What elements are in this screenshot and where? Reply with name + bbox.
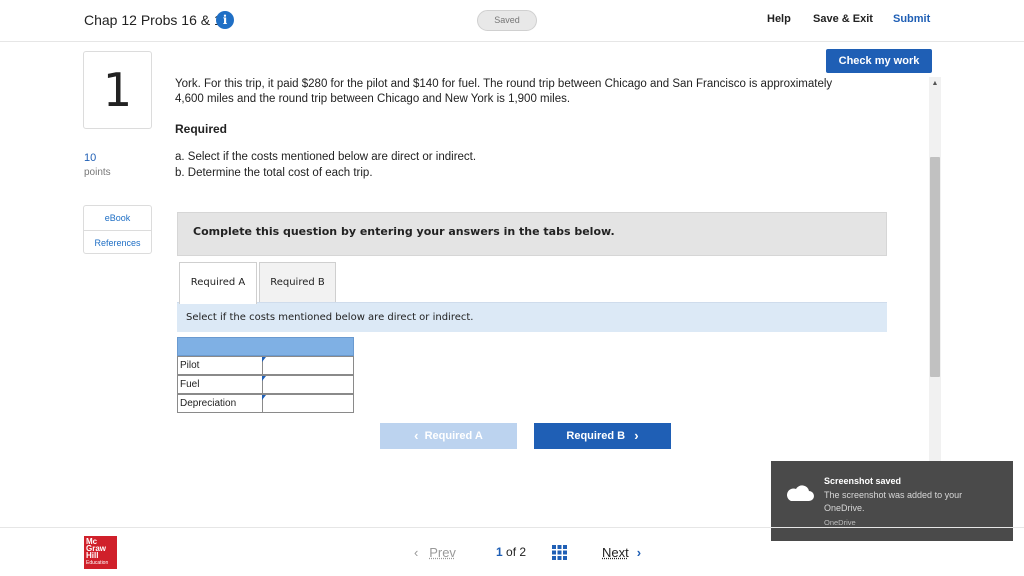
- save-exit-link[interactable]: Save & Exit: [813, 13, 873, 25]
- grid-icon[interactable]: [552, 545, 567, 560]
- assignment-page: Chap 12 Probs 16 & 17 i Saved Help Save …: [0, 0, 1024, 576]
- scroll-up-icon[interactable]: ▲: [929, 79, 941, 89]
- toast-source: OneDrive: [824, 518, 856, 527]
- row-label-fuel: Fuel: [180, 379, 200, 390]
- depreciation-select[interactable]: [262, 395, 353, 412]
- mcgraw-hill-logo: Mc Graw Hill Education: [84, 536, 117, 569]
- required-b-nav-button[interactable]: Required B ›: [534, 423, 671, 449]
- help-link[interactable]: Help: [767, 13, 791, 25]
- assignment-title: Chap 12 Probs 16 & 17: [84, 12, 230, 28]
- fuel-select[interactable]: [262, 376, 353, 393]
- instruction-text: Select if the costs mentioned below are …: [186, 312, 474, 323]
- required-b-nav-label: Required B: [566, 430, 626, 442]
- required-a-nav-label: Required A: [424, 430, 483, 442]
- points-value: 10: [84, 152, 97, 164]
- footer-nav: Mc Graw Hill Education ‹ Prev 1 of 2 Nex…: [0, 527, 1024, 576]
- answer-table-header: [177, 337, 354, 356]
- info-icon[interactable]: i: [216, 11, 234, 29]
- required-a-nav-button[interactable]: ‹ Required A: [380, 423, 517, 449]
- chevron-right-icon: ›: [636, 545, 642, 560]
- saved-status-badge: Saved: [477, 10, 537, 31]
- pilot-select[interactable]: [262, 357, 353, 374]
- required-b-text: b. Determine the total cost of each trip…: [175, 167, 373, 179]
- required-a-text: a. Select if the costs mentioned below a…: [175, 151, 477, 163]
- instruction-bar: Select if the costs mentioned below are …: [177, 302, 887, 332]
- tab-required-a[interactable]: Required A: [179, 262, 257, 304]
- ebook-link[interactable]: eBook: [84, 206, 151, 230]
- chevron-left-icon: ‹: [414, 428, 419, 443]
- check-my-work-button[interactable]: Check my work: [826, 49, 932, 73]
- chevron-right-icon: ›: [634, 428, 639, 443]
- submit-link[interactable]: Submit: [893, 13, 930, 25]
- page-total: 2: [519, 545, 527, 559]
- complete-question-text: Complete this question by entering your …: [193, 225, 615, 238]
- table-row: Pilot: [177, 356, 354, 375]
- chevron-left-icon: ‹: [414, 545, 419, 560]
- question-text-line-1: York. For this trip, it paid $280 for th…: [175, 78, 833, 90]
- resources-panel: eBook References: [83, 205, 152, 254]
- tab-required-b[interactable]: Required B: [259, 262, 336, 303]
- required-heading: Required: [175, 122, 228, 136]
- points-label: points: [84, 167, 111, 178]
- toast-body: The screenshot was added to your OneDriv…: [824, 490, 963, 513]
- page-of: of: [506, 545, 517, 559]
- top-bar: Chap 12 Probs 16 & 17 i Saved Help Save …: [0, 0, 1024, 42]
- row-label-pilot: Pilot: [180, 360, 200, 371]
- prev-label: Prev: [429, 545, 456, 560]
- row-label-depreciation: Depreciation: [180, 398, 237, 409]
- references-link[interactable]: References: [84, 230, 151, 254]
- question-number: 1: [83, 51, 152, 129]
- page-current: 1: [496, 545, 503, 559]
- logo-line: Education: [86, 560, 109, 566]
- table-row: Fuel: [177, 375, 354, 394]
- complete-question-banner: Complete this question by entering your …: [177, 212, 887, 256]
- next-question-link[interactable]: Next ›: [602, 545, 641, 560]
- question-text-line-2: 4,600 miles and the round trip between C…: [175, 93, 571, 105]
- prev-question-link[interactable]: ‹ Prev: [414, 545, 456, 560]
- next-label: Next: [602, 545, 629, 560]
- scrollbar-thumb[interactable]: [930, 157, 940, 377]
- page-indicator: 1 of 2: [496, 545, 526, 559]
- cloud-icon: [787, 485, 814, 501]
- logo-line: Hill: [86, 551, 99, 560]
- toast-title: Screenshot saved: [824, 476, 902, 486]
- table-row: Depreciation: [177, 394, 354, 413]
